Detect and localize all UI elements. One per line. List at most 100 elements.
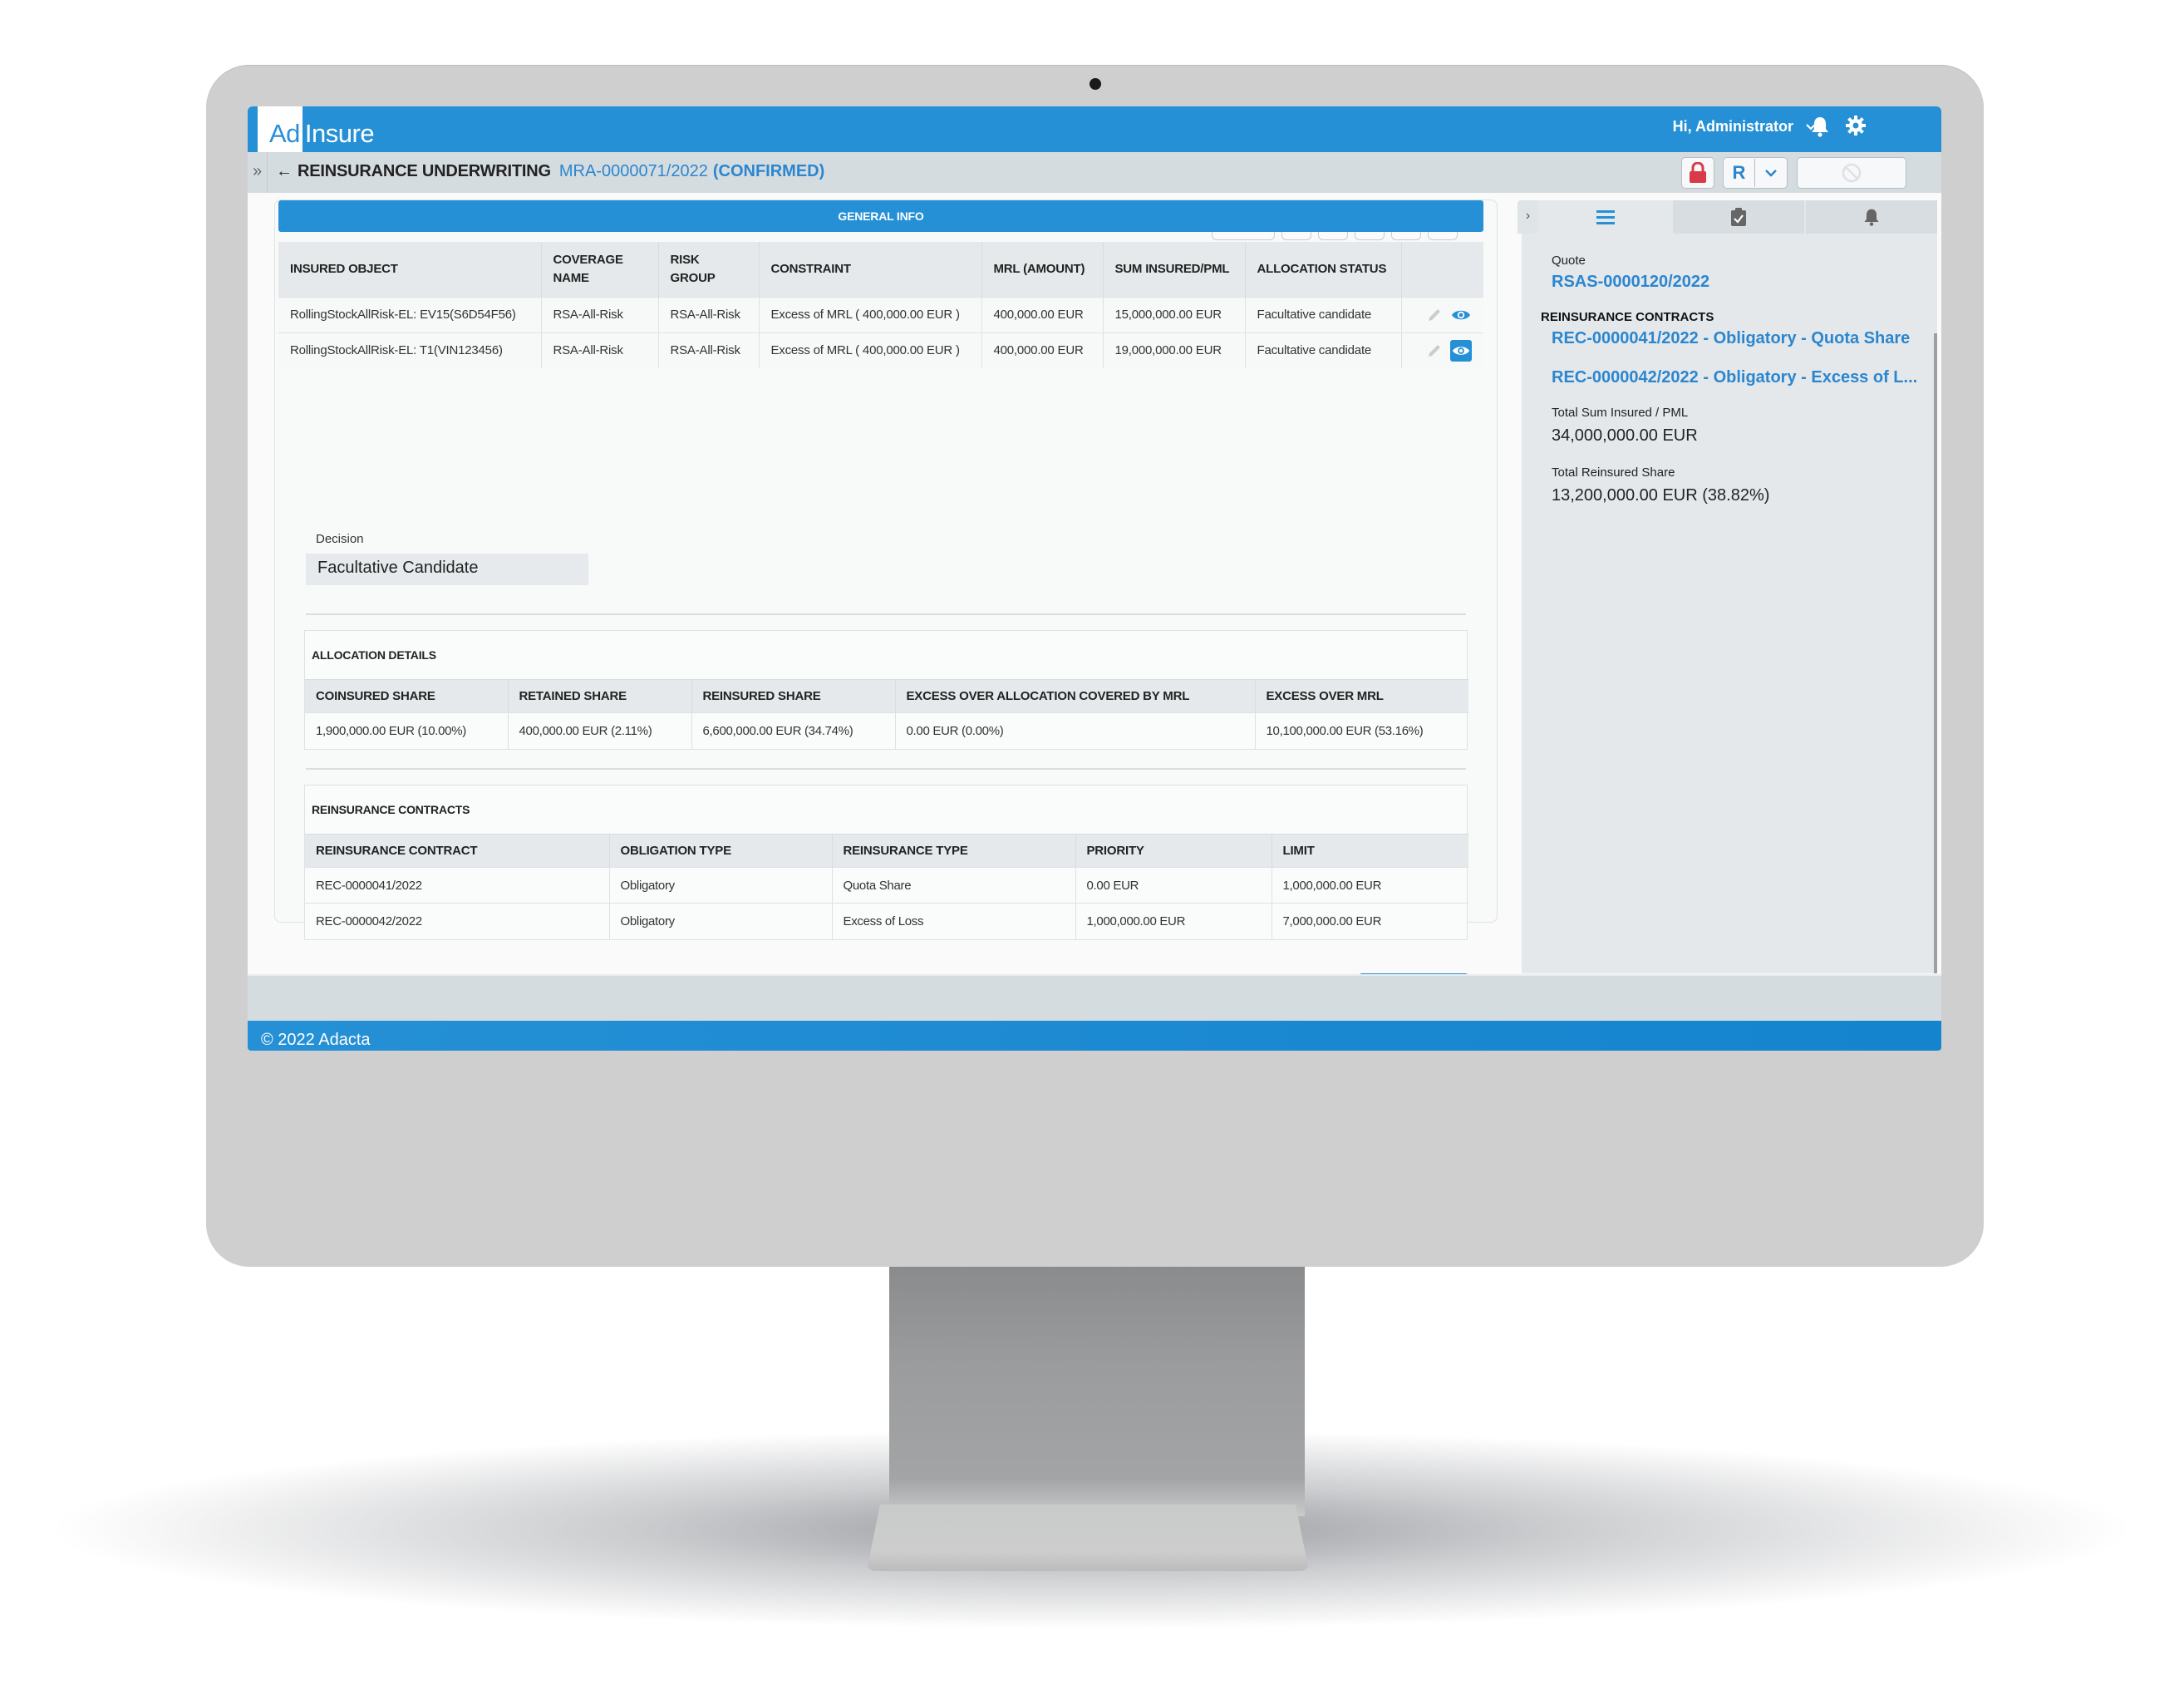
insured-objects-table: INSURED OBJECT COVERAGE NAME RISK GROUP … bbox=[278, 242, 1483, 368]
column-header: OBLIGATION TYPE bbox=[609, 834, 833, 868]
lock-icon bbox=[1690, 162, 1706, 183]
page-title: REINSURANCE UNDERWRITING bbox=[298, 162, 551, 180]
column-header: LIMIT bbox=[1272, 834, 1468, 868]
column-header: RETAINED SHARE bbox=[508, 679, 692, 713]
clipboard-check-icon bbox=[1731, 208, 1746, 226]
adinsure-logo[interactable]: Ad Insure bbox=[258, 106, 375, 152]
breadcrumb: ← REINSURANCE UNDERWRITING MRA-0000071/2… bbox=[276, 162, 824, 181]
table-header-row: INSURED OBJECT COVERAGE NAME RISK GROUP … bbox=[278, 242, 1483, 297]
cell-risk-group: RSA-All-Risk bbox=[658, 296, 760, 332]
total-reinsured-label: Total Reinsured Share bbox=[1552, 465, 1675, 480]
back-arrow-icon[interactable]: ← bbox=[276, 162, 293, 181]
right-panel-body: Quote RSAS-0000120/2022 REINSURANCE CONT… bbox=[1522, 234, 1937, 505]
quote-link[interactable]: RSAS-0000120/2022 bbox=[1552, 273, 1937, 292]
allocation-details-section: ALLOCATION DETAILS COINSURED SHARE RETAI… bbox=[304, 630, 1468, 750]
cell-coinsured-share: 1,900,000.00 EUR (10.00%) bbox=[305, 712, 509, 749]
cell-insured-object: RollingStockAllRisk-EL: EV15(S6D54F56) bbox=[278, 296, 542, 332]
toolbar-button[interactable] bbox=[1212, 232, 1275, 240]
column-header: EXCESS OVER ALLOCATION COVERED BY MRL bbox=[895, 679, 1256, 713]
cell-actions bbox=[1401, 296, 1483, 332]
cell-insured-object: RollingStockAllRisk-EL: T1(VIN123456) bbox=[278, 332, 542, 368]
column-header-actions bbox=[1401, 242, 1483, 297]
view-button-active[interactable] bbox=[1450, 339, 1472, 362]
menu-icon bbox=[1596, 210, 1615, 224]
column-header[interactable]: ALLOCATION STATUS bbox=[1245, 242, 1402, 297]
right-panel-scrollbar[interactable] bbox=[1934, 333, 1937, 973]
logo-insure: Insure bbox=[304, 119, 375, 148]
column-header: REINSURANCE TYPE bbox=[832, 834, 1076, 868]
toolbar-button[interactable] bbox=[1428, 232, 1458, 240]
right-panel: Quote RSAS-0000120/2022 REINSURANCE CONT… bbox=[1522, 200, 1937, 973]
copyright: © 2022 Adacta bbox=[261, 1031, 371, 1049]
edit-button[interactable] bbox=[1424, 304, 1445, 326]
collapse-right-panel-button[interactable]: › bbox=[1517, 200, 1538, 234]
total-sum-label: Total Sum Insured / PML bbox=[1552, 406, 1689, 420]
decision-field[interactable]: Facultative Candidate bbox=[306, 554, 588, 585]
section-title: REINSURANCE CONTRACTS bbox=[312, 803, 470, 816]
column-header[interactable]: RISK GROUP bbox=[658, 242, 760, 297]
lock-button[interactable] bbox=[1681, 157, 1714, 189]
bell-icon[interactable] bbox=[1810, 115, 1833, 140]
table-header-row: COINSURED SHARE RETAINED SHARE REINSURED… bbox=[305, 679, 1468, 713]
toolbar-button[interactable] bbox=[1318, 232, 1348, 240]
table-toolbar bbox=[1212, 232, 1458, 240]
block-icon bbox=[1842, 163, 1862, 183]
cell-obligation-type: Obligatory bbox=[609, 903, 833, 939]
table-row: 1,900,000.00 EUR (10.00%) 400,000.00 EUR… bbox=[305, 712, 1468, 749]
column-header: PRIORITY bbox=[1075, 834, 1272, 868]
general-info-header[interactable]: GENERAL INFO bbox=[278, 200, 1483, 232]
table-row[interactable]: RollingStockAllRisk-EL: EV15(S6D54F56) R… bbox=[278, 296, 1483, 332]
cell-reinsurance-type: Excess of Loss bbox=[832, 903, 1076, 939]
cell-limit: 1,000,000.00 EUR bbox=[1272, 867, 1468, 904]
expand-sidebar-button[interactable]: » bbox=[248, 152, 268, 193]
content-bottom-area bbox=[248, 974, 1941, 1021]
tab-details[interactable] bbox=[1540, 200, 1671, 234]
disabled-action-button[interactable] bbox=[1797, 157, 1906, 189]
cell-priority: 0.00 EUR bbox=[1075, 867, 1272, 904]
column-header[interactable]: CONSTRAINT bbox=[759, 242, 982, 297]
toolbar-button[interactable] bbox=[1391, 232, 1421, 240]
cell-allocation-status: Facultative candidate bbox=[1245, 296, 1402, 332]
main-content: GENERAL INFO INSURED OBJECT COVERAGE NAM… bbox=[248, 193, 1941, 1005]
contract-link[interactable]: REC-0000041/2022 - Obligatory - Quota Sh… bbox=[1552, 329, 1937, 348]
tab-tasks[interactable] bbox=[1673, 200, 1804, 234]
chevron-down-icon bbox=[1765, 170, 1777, 177]
user-menu[interactable]: Hi, Administrator bbox=[1673, 118, 1817, 135]
pencil-icon bbox=[1429, 344, 1440, 357]
cell-reinsurance-type: Quota Share bbox=[832, 867, 1076, 904]
tab-notifications[interactable] bbox=[1806, 200, 1937, 234]
toolbar-button[interactable] bbox=[1355, 232, 1385, 240]
gear-icon[interactable] bbox=[1845, 115, 1868, 140]
column-header[interactable]: SUM INSURED/PML bbox=[1103, 242, 1246, 297]
cell-obligation-type: Obligatory bbox=[609, 867, 833, 904]
cell-mrl: 400,000.00 EUR bbox=[981, 332, 1104, 368]
reinsurance-contracts-table: REINSURANCE CONTRACT OBLIGATION TYPE REI… bbox=[305, 834, 1468, 939]
toolbar-button[interactable] bbox=[1281, 232, 1311, 240]
contract-link[interactable]: REC-0000042/2022 - Obligatory - Excess o… bbox=[1552, 368, 1937, 387]
r-split-button[interactable]: R bbox=[1723, 157, 1788, 189]
cell-coverage-name: RSA-All-Risk bbox=[541, 332, 659, 368]
view-button[interactable] bbox=[1450, 304, 1472, 326]
r-dropdown-button[interactable] bbox=[1755, 169, 1787, 177]
column-header[interactable]: COVERAGE NAME bbox=[541, 242, 659, 297]
camera-icon bbox=[1090, 78, 1101, 90]
cell-priority: 1,000,000.00 EUR bbox=[1075, 903, 1272, 939]
column-header[interactable]: MRL (AMOUNT) bbox=[981, 242, 1104, 297]
cell-excess-covered-by-mrl: 0.00 EUR (0.00%) bbox=[895, 712, 1256, 749]
cell-constraint: Excess of MRL ( 400,000.00 EUR ) bbox=[759, 332, 982, 368]
r-button[interactable]: R bbox=[1724, 159, 1755, 187]
eye-icon bbox=[1452, 310, 1470, 319]
divider bbox=[306, 768, 1466, 770]
logo-ad: Ad bbox=[258, 106, 303, 152]
column-header[interactable]: INSURED OBJECT bbox=[278, 242, 542, 297]
monitor-stand-base bbox=[867, 1504, 1309, 1571]
table-row: REC-0000042/2022 Obligatory Excess of Lo… bbox=[305, 903, 1468, 939]
table-row[interactable]: RollingStockAllRisk-EL: T1(VIN123456) RS… bbox=[278, 332, 1483, 368]
cell-contract: REC-0000042/2022 bbox=[305, 903, 610, 939]
document-reference: MRA-0000071/2022 bbox=[558, 162, 708, 180]
table-row: REC-0000041/2022 Obligatory Quota Share … bbox=[305, 867, 1468, 904]
edit-button[interactable] bbox=[1424, 340, 1445, 362]
bell-icon bbox=[1864, 209, 1879, 226]
reinsurance-contracts-section: REINSURANCE CONTRACTS REINSURANCE CONTRA… bbox=[304, 785, 1468, 940]
footer: © 2022 Adacta bbox=[248, 1021, 1941, 1051]
